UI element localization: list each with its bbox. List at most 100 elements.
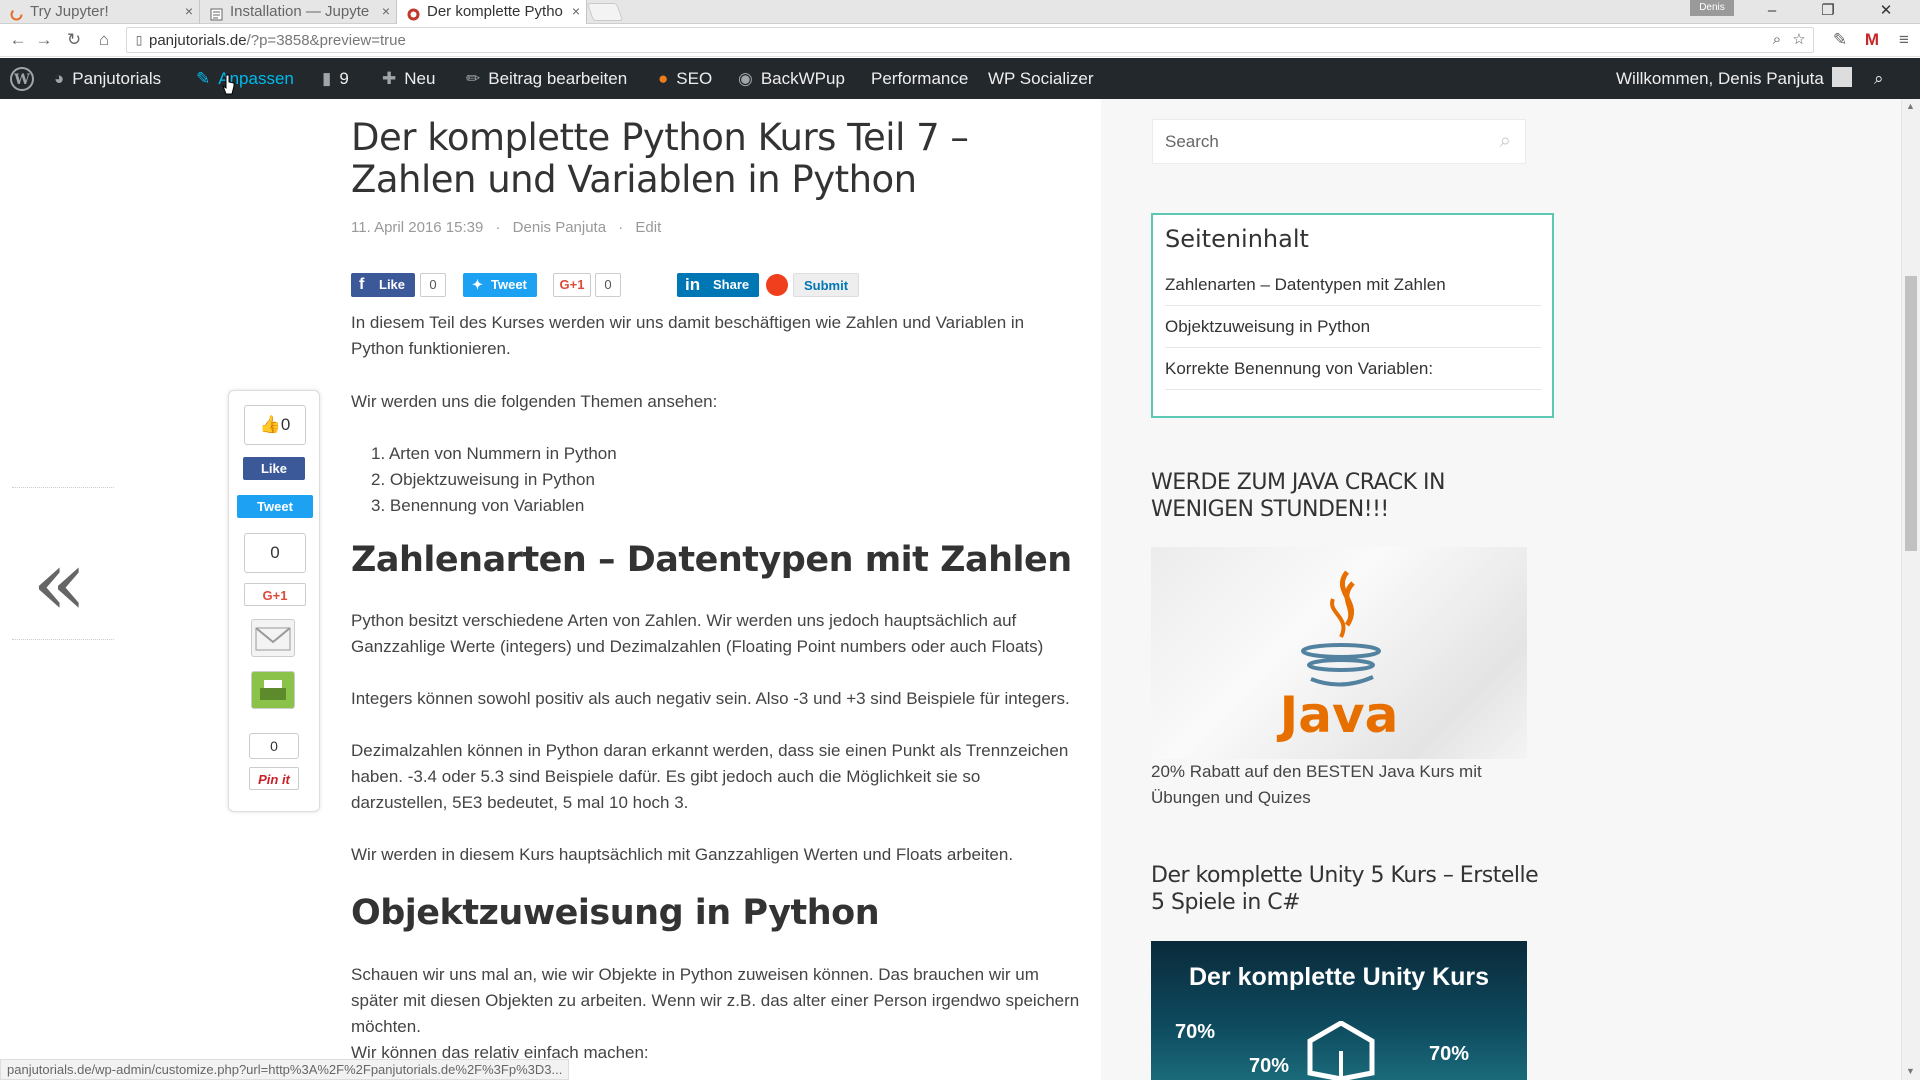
page-scrollbar[interactable]: ▲ ▼ (1901, 99, 1920, 1080)
java-logo-icon: Java (1277, 570, 1398, 744)
document-icon (210, 5, 223, 21)
tab-strip: Try Jupyter! × Installation — Jupyte × D… (0, 0, 1920, 25)
extension-pen-icon[interactable]: ✎ (1828, 28, 1852, 52)
back-arrow-icon[interactable]: ← (6, 28, 30, 52)
paragraph: Dezimalzahlen können in Python daran erk… (351, 741, 1069, 812)
browser-toolbar: ← → ↻ ⌂ ▯ panjutorials.de/?p=3858&previe… (0, 24, 1920, 57)
adminbar-account[interactable]: Willkommen, Denis Panjuta (1616, 58, 1852, 99)
tab-title: Der komplette Pytho (427, 3, 563, 20)
adminbar-customize[interactable]: ✎ Anpassen (196, 58, 294, 99)
profile-badge[interactable]: Denis (1690, 0, 1734, 16)
seo-status-icon: ● (658, 69, 669, 88)
heading-objektzuweisung: Objektzuweisung in Python (351, 893, 880, 933)
scroll-thumb[interactable] (1905, 276, 1917, 551)
stumbleupon-icon[interactable] (766, 274, 788, 296)
java-widget-heading: WERDE ZUM JAVA CRACK IN WENIGEN STUNDEN!… (1151, 470, 1446, 522)
adminbar-comments[interactable]: ▮ 9 (322, 58, 349, 99)
email-share-icon[interactable] (251, 619, 295, 657)
share-row: f Like 0 ✦ Tweet G+1 0 in Share Submit (351, 273, 911, 298)
adminbar-site[interactable]: ◕ Panjutorials (54, 58, 161, 99)
address-bar[interactable]: ▯ panjutorials.de/?p=3858&preview=true ⌕… (126, 27, 1814, 53)
plus-icon: ✚ (382, 69, 397, 88)
list-item: 2. Objektzuweisung in Python (371, 470, 595, 489)
post-title: Der komplette Python Kurs Teil 7 – Zahle… (351, 116, 969, 201)
list-item: 1. Arten von Nummern in Python (371, 444, 617, 463)
reload-icon[interactable]: ↻ (62, 28, 86, 52)
topics-list: 1. Arten von Nummern in Python 2. Objekt… (371, 441, 617, 519)
tweet-button[interactable]: Tweet (237, 495, 313, 518)
adminbar-wp-socializer[interactable]: WP Socializer (988, 58, 1094, 99)
url-domain: panjutorials.de (149, 32, 247, 49)
gplus-button[interactable]: G+1 (244, 583, 306, 606)
tweet-button[interactable]: ✦ Tweet (463, 273, 537, 297)
gplus-button[interactable]: G+1 (553, 273, 591, 297)
search-icon[interactable]: ⌕ (1500, 130, 1511, 153)
restore-button[interactable]: ❐ (1806, 0, 1850, 22)
tab-title: Installation — Jupyte (230, 3, 370, 20)
adminbar-search-icon[interactable]: ⌕ (1874, 58, 1884, 99)
java-promo-text: 20% Rabatt auf den BESTEN Java Kurs mit … (1151, 762, 1482, 807)
scroll-up-arrow-icon[interactable]: ▲ (1906, 101, 1915, 111)
url-path: /?p=3858&preview=true (246, 32, 406, 49)
dashboard-icon: ◕ (54, 69, 65, 88)
floating-share-bar: 👍0 Like Tweet 0 G+1 0 Pin it (228, 390, 320, 812)
tab-title: Try Jupyter! (30, 3, 109, 20)
toc-link[interactable]: Zahlenarten – Datentypen mit Zahlen (1165, 264, 1541, 306)
pinterest-button[interactable]: Pin it (249, 767, 299, 790)
tab-installation[interactable]: Installation — Jupyte × (200, 0, 397, 24)
new-tab-button[interactable] (586, 3, 624, 21)
table-of-contents: Seiteninhalt Zahlenarten – Datentypen mi… (1151, 213, 1554, 418)
adminbar-seo[interactable]: ● SEO (658, 58, 712, 99)
submit-button[interactable]: Submit (793, 273, 860, 297)
zoom-icon[interactable]: ⌕ (1767, 30, 1787, 50)
tab-close-icon[interactable]: × (382, 0, 390, 23)
forward-arrow-icon[interactable]: → (32, 28, 56, 52)
backwpup-icon: ◉ (738, 69, 753, 88)
close-window-button[interactable]: ✕ (1864, 0, 1908, 22)
comment-icon: ▮ (322, 69, 332, 88)
tab-python-kurs[interactable]: Der komplette Pytho × (397, 0, 587, 25)
toc-link[interactable]: Korrekte Benennung von Variablen: (1165, 348, 1541, 390)
pencil-icon: ✏ (466, 69, 481, 88)
chrome-menu-icon[interactable]: ≡ (1892, 28, 1916, 52)
linkedin-share-button[interactable]: in Share (677, 273, 760, 297)
unity-course-banner[interactable]: Der komplette Unity Kurs 70% 70% 70% (1151, 941, 1527, 1080)
tab-close-icon[interactable]: × (185, 0, 193, 23)
thumbs-count[interactable]: 👍0 (244, 405, 306, 445)
meta-separator: · (618, 219, 624, 236)
tab-close-icon[interactable]: × (572, 0, 580, 23)
intro-paragraph: In diesem Teil des Kurses werden wir uns… (351, 313, 1025, 358)
print-icon[interactable] (251, 671, 295, 709)
search-input[interactable] (1165, 120, 1485, 163)
adminbar-edit-post[interactable]: ✏ Beitrag bearbeiten (466, 58, 627, 99)
post-author-link[interactable]: Denis Panjuta (513, 219, 606, 236)
edit-link[interactable]: Edit (635, 219, 661, 236)
scroll-down-arrow-icon[interactable]: ▼ (1906, 1066, 1915, 1076)
unity-banner-title: Der komplette Unity Kurs (1188, 963, 1490, 991)
discount-label: 70% (1175, 1021, 1216, 1043)
toc-link[interactable]: Objektzuweisung in Python (1165, 306, 1541, 348)
linkedin-icon: in (685, 275, 701, 294)
site-favicon-icon (407, 5, 420, 21)
tab-try-jupyter[interactable]: Try Jupyter! × (0, 0, 200, 24)
url-text[interactable]: panjutorials.de/?p=3858&preview=true (149, 28, 406, 53)
adminbar-performance[interactable]: Performance (871, 58, 968, 99)
wordpress-logo-icon[interactable]: W (10, 58, 38, 99)
post-date: 11. April 2016 15:39 (351, 219, 484, 236)
facebook-like-button[interactable]: f Like (351, 273, 416, 297)
mouse-cursor-icon (222, 74, 235, 95)
page-info-icon[interactable]: ▯ (129, 30, 149, 50)
browser-window: Try Jupyter! × Installation — Jupyte × D… (0, 0, 1920, 1080)
paragraph: Wir werden in diesem Kurs hauptsächlich … (351, 845, 1014, 864)
toc-title: Seiteninhalt (1165, 225, 1309, 253)
previous-post-arrow-icon[interactable]: « (32, 539, 87, 629)
adminbar-new[interactable]: ✚ Neu (382, 58, 435, 99)
bookmark-star-icon[interactable]: ☆ (1789, 30, 1809, 50)
gmail-extension-icon[interactable]: M (1860, 28, 1884, 52)
facebook-like-button[interactable]: Like (243, 457, 305, 480)
home-icon[interactable]: ⌂ (92, 28, 116, 52)
java-course-banner[interactable]: Java (1151, 547, 1527, 759)
adminbar-backwpup[interactable]: ◉ BackWPup (738, 58, 845, 99)
wp-admin-bar: W ◕ Panjutorials ✎ Anpassen ▮ 9 ✚ Neu ✏ Beitr… (0, 58, 1920, 99)
minimize-button[interactable]: – (1750, 0, 1794, 22)
